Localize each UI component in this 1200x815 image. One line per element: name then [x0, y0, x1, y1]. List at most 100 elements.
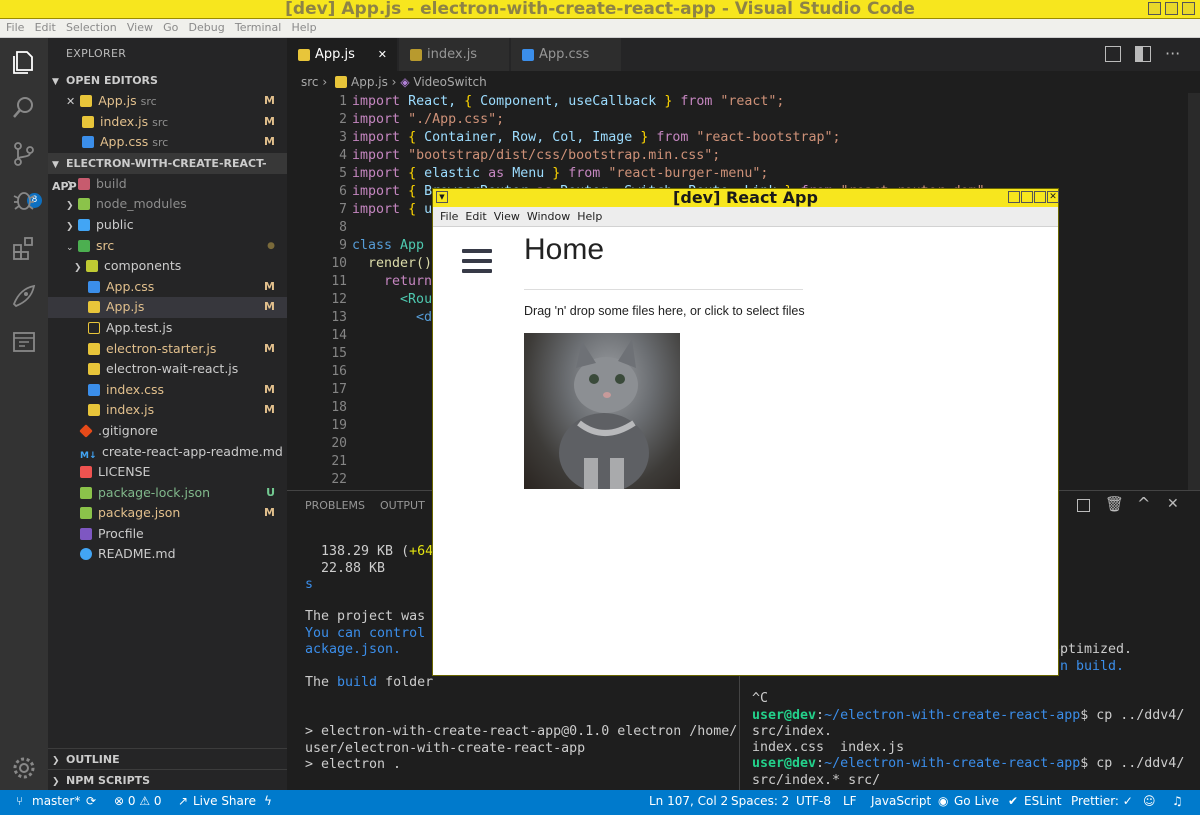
menu-selection[interactable]: Selection [66, 19, 117, 37]
branch-status[interactable]: master* [32, 790, 80, 812]
window-close-button[interactable] [1182, 2, 1195, 15]
tree-item-index-css[interactable]: index.css M [48, 380, 287, 401]
tree-item-app-css[interactable]: App.css M [48, 277, 287, 298]
chevron-right-icon: ❯ [66, 201, 74, 212]
chevron-right-icon: ❯ [66, 180, 74, 191]
close-panel-icon[interactable]: ✕ [1167, 496, 1179, 512]
tab-index-js[interactable]: index.js [399, 38, 510, 71]
debug-icon[interactable] [10, 186, 38, 214]
outline-header[interactable]: ❯ OUTLINE [48, 748, 287, 769]
editor-tabs: App.js ✕ index.js App.css ··· [287, 38, 1200, 71]
terminal-divider[interactable] [739, 676, 740, 791]
feedback-icon[interactable]: ☺ [1143, 790, 1156, 812]
tree-item-build[interactable]: ❯ build [48, 174, 287, 195]
dropzone[interactable]: Drag 'n' drop some files here, or click … [524, 304, 805, 318]
tab-app-css[interactable]: App.css [511, 38, 622, 71]
tree-item-procfile[interactable]: Procfile [48, 524, 287, 545]
tree-item-package-lock[interactable]: package-lock.json U [48, 483, 287, 504]
tree-item-components[interactable]: ❯ components [48, 256, 287, 277]
chevron-up-icon[interactable]: ^ [1137, 494, 1150, 513]
open-editor-item[interactable]: App.css src M [48, 132, 287, 153]
popup-menu-window[interactable]: Window [527, 210, 570, 223]
window-maximize-button[interactable] [1165, 2, 1178, 15]
open-editors-header[interactable]: ▼ OPEN EDITORS [48, 70, 287, 91]
menu-view[interactable]: View [127, 19, 153, 37]
tree-item-readme-cra[interactable]: M↓ create-react-app-readme.md [48, 442, 287, 463]
line-number: 21 [331, 454, 347, 469]
tab-app-js[interactable]: App.js ✕ [287, 38, 398, 71]
terminal-right-shell[interactable]: ^C user@dev:~/electron-with-create-react… [752, 675, 1197, 805]
tree-item-public[interactable]: ❯ public [48, 215, 287, 236]
popup-maximize-button[interactable] [1034, 191, 1046, 203]
more-actions-icon[interactable]: ··· [1165, 44, 1180, 63]
open-editor-item[interactable]: index.js src M [48, 112, 287, 133]
eol[interactable]: LF [843, 790, 857, 812]
line-number: 6 [339, 184, 347, 199]
menu-help[interactable]: Help [291, 19, 316, 37]
language-mode[interactable]: JavaScript [871, 790, 931, 812]
extensions-icon[interactable] [10, 234, 38, 262]
tree-item-index-js[interactable]: index.js M [48, 400, 287, 421]
popup-menu-icon[interactable]: ▼ [436, 191, 448, 203]
popup-pin-button[interactable] [1008, 191, 1020, 203]
menu-file[interactable]: File [6, 19, 24, 37]
source-control-icon[interactable] [10, 140, 38, 168]
eslint-status[interactable]: ESLint [1024, 790, 1062, 812]
split-editor-icon[interactable] [1105, 46, 1121, 62]
split-editor-right-icon[interactable] [1135, 46, 1151, 62]
popup-menu-file[interactable]: File [440, 210, 458, 223]
tree-item-node-modules[interactable]: ❯ node_modules [48, 194, 287, 215]
encoding[interactable]: UTF-8 [796, 790, 831, 812]
js-file-icon [88, 342, 100, 355]
problems-status[interactable]: ⊗ 0 ⚠ 0 [114, 790, 162, 812]
popup-menu-help[interactable]: Help [577, 210, 602, 223]
tab-output[interactable]: OUTPUT [380, 499, 425, 512]
tree-item-src[interactable]: ⌄ src ● [48, 236, 287, 257]
menu-terminal[interactable]: Terminal [235, 19, 282, 37]
terminal-right[interactable]: optimized. an build. [1052, 626, 1200, 675]
tree-item-gitignore[interactable]: .gitignore [48, 421, 287, 442]
tree-item-license[interactable]: LICENSE [48, 462, 287, 483]
menu-debug[interactable]: Debug [189, 19, 225, 37]
menu-edit[interactable]: Edit [35, 19, 56, 37]
editor-scrollbar[interactable] [1188, 93, 1200, 490]
popup-title: [dev] React App [673, 188, 818, 207]
popup-menu-edit[interactable]: Edit [465, 210, 486, 223]
open-editor-item[interactable]: ✕ App.js src M [48, 91, 287, 112]
status-bar: ⑂ master* ⟳ ⊗ 0 ⚠ 0 ↗ Live Share ϟ Ln 10… [0, 790, 1200, 815]
search-icon[interactable] [10, 94, 38, 122]
prettier-status[interactable]: Prettier: ✓ [1071, 790, 1133, 812]
popup-menu-view[interactable]: View [494, 210, 520, 223]
tree-item-package-json[interactable]: package.json M [48, 503, 287, 524]
tree-item-app-js[interactable]: App.js M [48, 297, 287, 318]
npm-scripts-header[interactable]: ❯ NPM SCRIPTS [48, 769, 287, 790]
panel-icon[interactable] [10, 328, 38, 356]
trash-icon[interactable]: 🗑 [1105, 495, 1124, 513]
split-terminal-icon[interactable] [1077, 499, 1090, 512]
indentation[interactable]: Spaces: 2 [731, 790, 789, 812]
live-share-button[interactable]: Live Share [193, 790, 256, 812]
tree-item-app-test-js[interactable]: App.test.js [48, 318, 287, 339]
popup-menubar: File Edit View Window Help [433, 207, 1058, 227]
settings-gear-icon[interactable] [10, 754, 38, 782]
popup-close-button[interactable]: ✕ [1047, 191, 1059, 203]
tree-item-electron-wait-react[interactable]: electron-wait-react.js [48, 359, 287, 380]
popup-minimize-button[interactable] [1021, 191, 1033, 203]
cursor-position[interactable]: Ln 107, Col 2 [649, 790, 728, 812]
notifications-icon[interactable]: ♫ [1172, 790, 1183, 812]
tab-problems[interactable]: PROBLEMS [305, 499, 365, 512]
project-header[interactable]: ▼ ELECTRON-WITH-CREATE-REACT-APP [48, 152, 287, 193]
tree-item-readme[interactable]: README.md [48, 544, 287, 565]
menu-go[interactable]: Go [163, 19, 178, 37]
sync-icon[interactable]: ⟳ [86, 790, 96, 812]
close-icon[interactable]: ✕ [378, 38, 387, 71]
git-icon [79, 424, 93, 438]
close-icon[interactable]: ✕ [66, 95, 75, 108]
remote-explorer-icon[interactable] [10, 282, 38, 310]
lightning-icon[interactable]: ϟ [264, 790, 272, 812]
tree-item-electron-starter[interactable]: electron-starter.js M [48, 339, 287, 360]
go-live-button[interactable]: Go Live [954, 790, 999, 812]
explorer-icon[interactable] [10, 48, 38, 76]
hamburger-menu-icon[interactable] [462, 249, 492, 273]
window-minimize-button[interactable] [1148, 2, 1161, 15]
